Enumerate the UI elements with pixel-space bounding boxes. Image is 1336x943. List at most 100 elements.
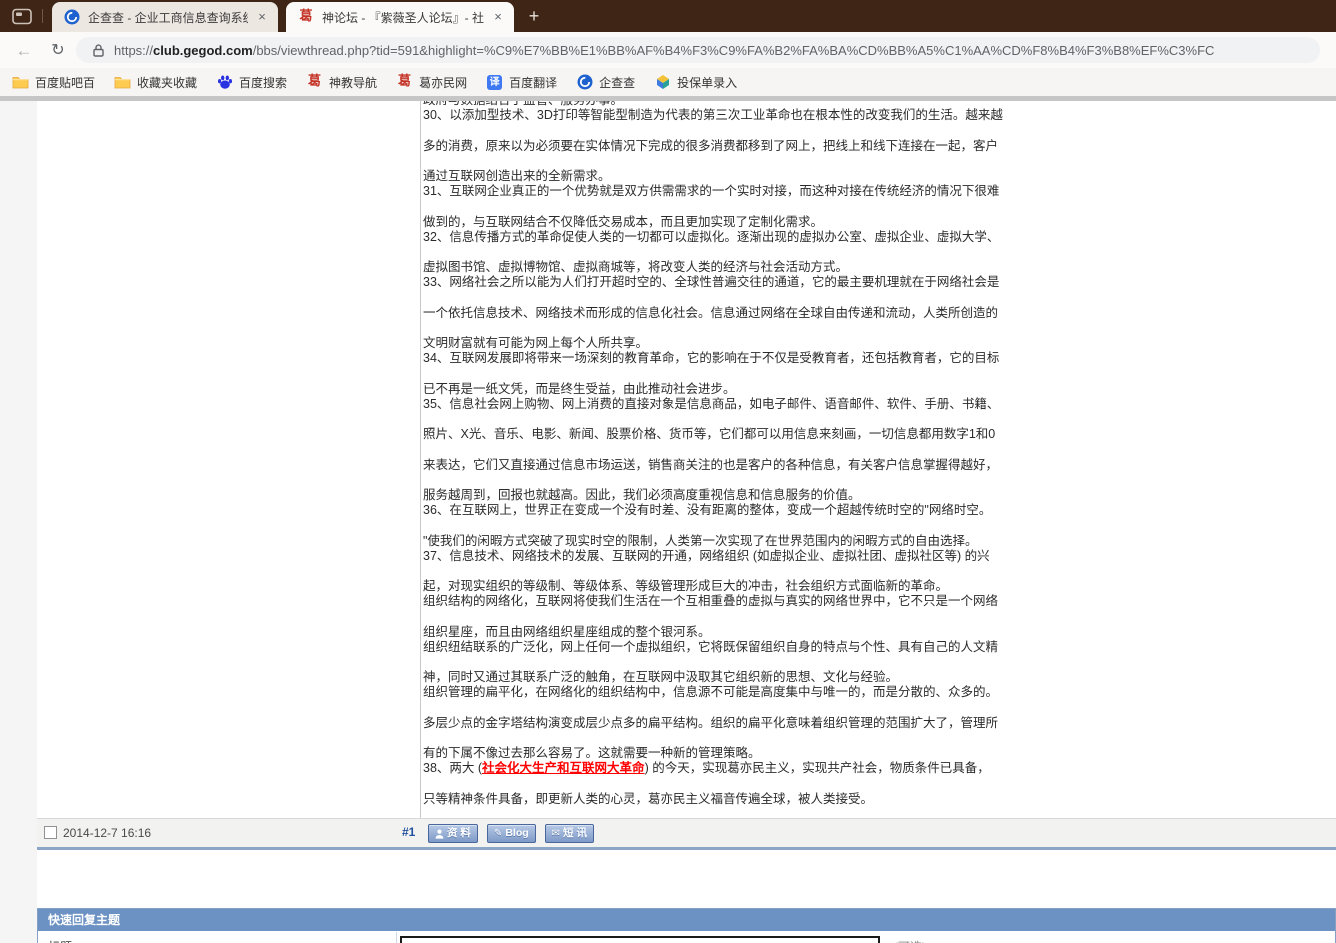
post-line: 虚拟图书馆、虚拟博物馆、虚拟商城等，将改变人类的经济与社会活动方式。 [423, 260, 1003, 275]
floor-number: #1 [402, 825, 415, 839]
browser-tab-forum-active[interactable]: 葛 神论坛 - 『紫薇圣人论坛』- 社会 × [286, 2, 514, 32]
baidu-paw-icon [216, 74, 233, 90]
post-text: 38、两大 ( [423, 761, 482, 775]
page-top-border [0, 96, 1336, 101]
bookmark-item[interactable]: 译百度翻译 [486, 74, 557, 91]
button-label: Blog [505, 826, 528, 841]
folder-icon [114, 74, 131, 90]
blog-button[interactable]: ✎Blog [487, 824, 536, 843]
forum-page: 政府与数据结合于监管、服务办事。30、以添加型技术、3D打印等智能型制造为代表的… [0, 101, 1336, 943]
lock-icon[interactable] [93, 44, 104, 57]
quick-reply-header: 快速回复主题 [38, 909, 1335, 931]
optional-hint: (可选) [894, 938, 926, 943]
post-line: 组织结构的网络化，互联网将使我们生活在一个互相重叠的虚拟与真实的网络世界中，它不… [423, 594, 1003, 609]
post-line: 神，同时又通过其联系广泛的触角，在互联网中汲取其它组织新的思想、文化与经验。 [423, 670, 1003, 685]
post-line: 34、互联网发展即将带来一场深刻的教育革命，它的影响在于不仅是受教育者，还包括教… [423, 351, 1003, 366]
post-line: 有的下属不像过去那么容易了。这就需要一种新的管理策略。 [423, 746, 1003, 761]
pencil-icon: ✎ [494, 826, 502, 841]
envelope-icon: ✉ [552, 826, 560, 841]
url-host: club.gegod.com [153, 43, 253, 58]
bookmark-item[interactable]: 投保单录入 [654, 74, 737, 91]
quick-reply-cell-divider [396, 932, 397, 943]
post-line: 32、信息传播方式的革命促使人类的一切都可以虚拟化。逐渐出现的虚拟办公室、虚拟企… [423, 230, 1003, 245]
bookmark-item[interactable]: 企查查 [576, 74, 635, 91]
post-table: 政府与数据结合于监管、服务办事。30、以添加型技术、3D打印等智能型制造为代表的… [37, 101, 1336, 818]
bookmark-label: 葛亦民网 [419, 74, 467, 91]
address-bar[interactable]: https://club.gegod.com/bbs/viewthread.ph… [76, 37, 1320, 63]
reply-title-input[interactable] [400, 936, 880, 943]
table-below-gap [37, 850, 1336, 908]
browser-tab-qichacha[interactable]: 企查查 - 企业工商信息查询系统_ × [52, 2, 278, 32]
title-bar: 企查查 - 企业工商信息查询系统_ × 葛 神论坛 - 『紫薇圣人论坛』- 社会… [0, 0, 1336, 32]
ge-icon: 葛 [306, 74, 323, 90]
button-label: 短 讯 [563, 826, 587, 841]
ge-icon: 葛 [396, 74, 413, 90]
post-line: 37、信息技术、网络技术的发展、互联网的开通，网络组织 (如虚拟企业、虚拟社团、… [423, 549, 1003, 564]
reply-title-label: 标题 [48, 938, 72, 943]
post-line: "使我们的闲暇方式突破了现实时空的限制，人类第一次实现了在世界范围内的闲暇方式的… [423, 534, 1003, 549]
back-button[interactable]: ← [14, 41, 34, 61]
post-line: 30、以添加型技术、3D打印等智能型制造为代表的第三次工业革命也在根本性的改变我… [423, 108, 1003, 123]
qichacha-icon [576, 74, 593, 90]
toubao-icon [654, 74, 671, 90]
bookmark-item[interactable]: 葛葛亦民网 [396, 74, 467, 91]
post-line: 35、信息社会网上购物、网上消费的直接对象是信息商品，如电子邮件、语音邮件、软件… [423, 397, 1003, 412]
post-line: 通过互联网创造出来的全新需求。 [423, 169, 1003, 184]
browser-chrome: 企查查 - 企业工商信息查询系统_ × 葛 神论坛 - 『紫薇圣人论坛』- 社会… [0, 0, 1336, 101]
post-action-buttons: 资 料 ✎Blog ✉短 讯 [428, 824, 594, 843]
bookmark-label: 神教导航 [329, 74, 377, 91]
bookmark-label: 投保单录入 [677, 74, 737, 91]
bookmark-label: 百度搜索 [239, 74, 287, 91]
bookmark-item[interactable]: 收藏夹收藏 [114, 74, 197, 91]
bookmark-item[interactable]: 百度搜索 [216, 74, 287, 91]
highlighted-keyword-link[interactable]: 社会化大生产和互联网大革命 [482, 761, 645, 775]
post-line: 多层少点的金字塔结构演变成层少点多的扁平结构。组织的扁平化意味着组织管理的范围扩… [423, 716, 1003, 731]
post-line: 组织纽结联系的广泛化，网上任何一个虚拟组织，它将既保留组织自身的特点与个性、具有… [423, 640, 1003, 655]
post-text: ) 的今天，实现葛亦民主义，实现共产社会，物质条件已具备， [645, 761, 990, 775]
message-button[interactable]: ✉短 讯 [545, 824, 594, 843]
bookmark-item[interactable]: 葛神教导航 [306, 74, 377, 91]
post-line: 起，对现实组织的等级制、等级体系、等级管理形成巨大的冲击，社会组织方式面临新的革… [423, 579, 1003, 594]
post-line: 33、网络社会之所以能为人们打开超时空的、全球性普遍交往的通道，它的最主要机理就… [423, 275, 1003, 290]
post-line: 照片、X光、音乐、电影、新闻、股票价格、货币等，它们都可以用信息来刻画，一切信息… [423, 427, 1003, 442]
bookmark-label: 企查查 [599, 74, 635, 91]
refresh-button[interactable]: ↻ [48, 41, 68, 61]
qichacha-favicon-icon [64, 9, 80, 25]
post-line: 已不再是一纸文凭，而是终生受益，由此推动社会进步。 [423, 382, 1003, 397]
navigation-bar: ← ↻ https://club.gegod.com/bbs/viewthrea… [0, 32, 1336, 68]
post-line: 组织管理的扁平化，在网络化的组织结构中，信息源不可能是高度集中与唯一的，而是分散… [423, 685, 1003, 700]
post-date: 2014-12-7 16:16 [63, 826, 151, 840]
button-label: 资 料 [447, 826, 471, 841]
tab-title: 企查查 - 企业工商信息查询系统_ [88, 9, 248, 26]
post-line: 一个依托信息技术、网络技术而形成的信息化社会。信息通过网络在全球自由传递和流动，… [423, 306, 1003, 321]
bookmark-label: 百度贴吧百 [35, 74, 95, 91]
post-line: 31、互联网企业真正的一个优势就是双方供需需求的一个实时对接，而这种对接在传统经… [423, 184, 1003, 199]
new-tab-button[interactable]: + [524, 6, 544, 26]
close-icon[interactable]: × [490, 9, 506, 25]
person-icon [435, 829, 444, 839]
tab-title: 神论坛 - 『紫薇圣人论坛』- 社会 [322, 9, 484, 26]
post-select-checkbox[interactable] [44, 826, 57, 839]
post-content: 政府与数据结合于监管、服务办事。30、以添加型技术、3D打印等智能型制造为代表的… [423, 101, 1003, 807]
post-line: 只等精神条件具备，即更新人类的心灵，葛亦民主义福音传遍全球，被人类接受。 [423, 792, 1003, 807]
folder-icon [12, 74, 29, 90]
post-line: 做到的，与互联网结合不仅降低交易成本，而且更加实现了定制化需求。 [423, 215, 1003, 230]
post-line: 文明财富就有可能为网上每个人所共享。 [423, 336, 1003, 351]
tab-list-icon[interactable] [12, 8, 32, 25]
profile-button[interactable]: 资 料 [428, 824, 478, 843]
bookmark-label: 收藏夹收藏 [137, 74, 197, 91]
close-icon[interactable]: × [254, 9, 270, 25]
post-line: 来表达，它们又直接通过信息市场运送，销售商关注的也是客户的各种信息，有关客户信息… [423, 458, 1003, 473]
bookmark-item[interactable]: 百度贴吧百 [12, 74, 95, 91]
post-line: 服务越周到，回报也就越高。因此，我们必须高度重视信息和信息服务的价值。 [423, 488, 1003, 503]
post-footer-row: 2014-12-7 16:16 #1 资 料 ✎Blog ✉短 讯 [37, 818, 1336, 847]
browser-window: { "browser": { "tabs": [ {"title": "企查查 … [0, 0, 1336, 943]
fanyi-icon: 译 [486, 74, 503, 90]
post-line: 36、在互联网上，世界正在变成一个没有时差、没有距离的整体，变成一个超越传统时空… [423, 503, 1003, 518]
post-line-partial: 政府与数据结合于监管、服务办事。 [423, 101, 1003, 108]
bookmark-label: 百度翻译 [509, 74, 557, 91]
bookmarks-bar: 百度贴吧百收藏夹收藏百度搜索葛神教导航葛葛亦民网译百度翻译企查查投保单录入 [0, 68, 1336, 96]
post-line: 多的消费，原来以为必须要在实体情况下完成的很多消费都移到了网上，把线上和线下连接… [423, 139, 1003, 154]
post-author-column [37, 101, 421, 818]
tab-separator [42, 9, 43, 23]
